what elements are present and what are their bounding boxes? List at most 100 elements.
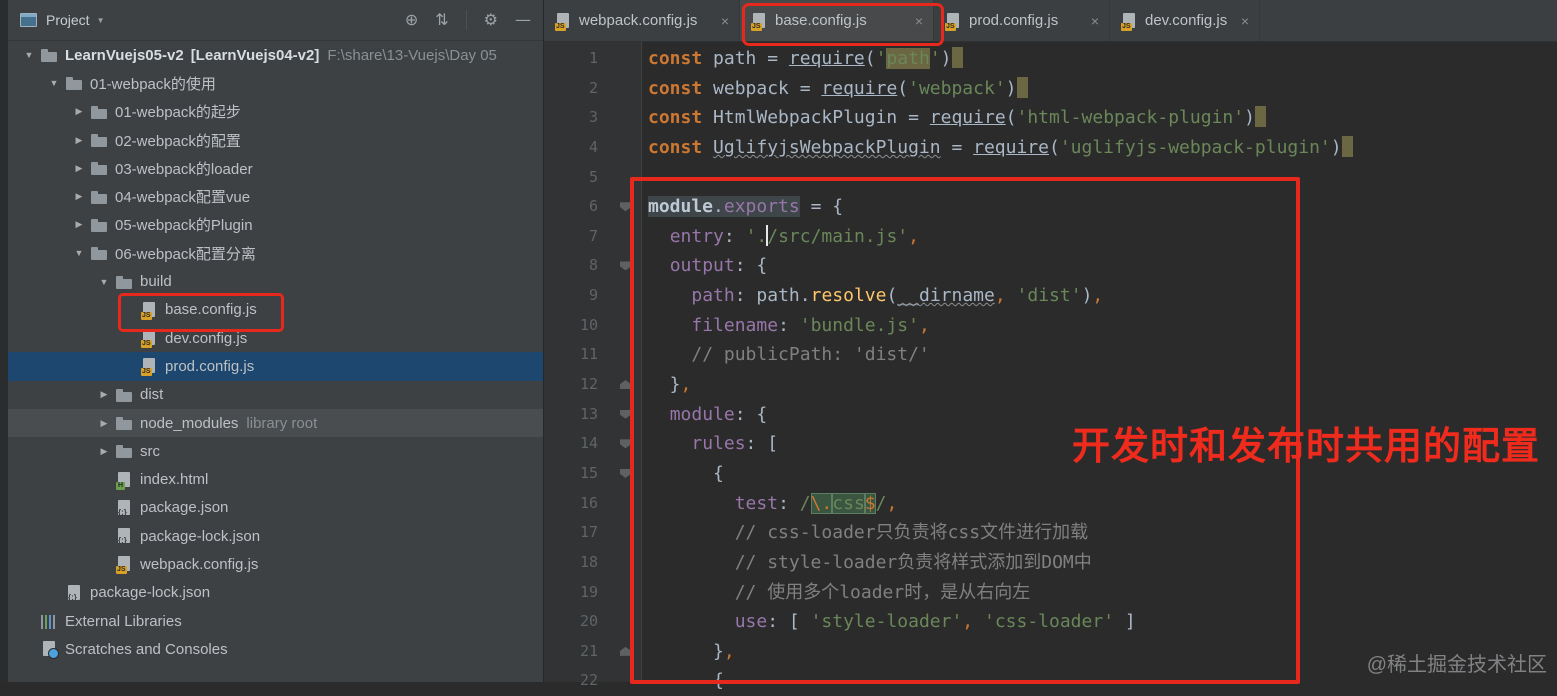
close-icon[interactable]: × <box>721 13 729 29</box>
code-token: = <box>799 77 822 99</box>
code-token: path <box>713 48 768 69</box>
code-token: const <box>648 107 714 129</box>
collapse-all-icon[interactable]: ⇅ <box>435 12 448 28</box>
tree-item-label: 06-webpack配置分离 <box>115 245 256 263</box>
tree-item-package-lock-json-root[interactable]: package-lock.json <box>8 579 543 607</box>
tree-closed-arrow-icon[interactable]: ▶ <box>68 135 90 146</box>
code-line: 9 path: path.resolve(__dirname, 'dist'), <box>544 281 1557 311</box>
tree-item-prod-config-js[interactable]: prod.config.js <box>8 352 543 381</box>
tree-item-label: index.html <box>140 471 209 489</box>
tree-closed-arrow-icon[interactable]: ▶ <box>68 191 90 202</box>
chevron-down-icon[interactable]: ▼ <box>97 16 105 25</box>
code-token: = <box>940 136 974 158</box>
line-number: 9 <box>588 286 598 305</box>
close-icon[interactable]: × <box>1241 13 1249 29</box>
tree-open-arrow-icon[interactable]: ▼ <box>68 248 90 258</box>
fold-marker-icon[interactable] <box>620 380 631 390</box>
tab-dev-config-js[interactable]: dev.config.js × <box>1110 0 1260 41</box>
tree-open-arrow-icon[interactable]: ▼ <box>43 78 65 88</box>
folder-icon <box>91 189 108 205</box>
code-token: entry <box>669 225 724 247</box>
tab-prod-config-js[interactable]: prod.config.js × <box>934 0 1110 41</box>
tree-closed-arrow-icon[interactable]: ▶ <box>68 106 90 117</box>
code-token: 'uglifyjs-webpack-plugin' <box>1059 136 1331 158</box>
code-editor[interactable]: 1 const path = require('path') 2 const webp… <box>544 42 1557 691</box>
code-token: ) <box>940 48 952 69</box>
folder-icon <box>116 443 133 459</box>
code-token: webpack <box>713 77 800 99</box>
tree-item-folder-01-usage[interactable]: ▼ 01-webpack的使用 <box>8 69 543 97</box>
fold-marker-icon[interactable] <box>620 439 631 449</box>
folder-icon <box>91 104 108 120</box>
tree-item-label: prod.config.js <box>165 357 255 375</box>
fold-marker-icon[interactable] <box>620 261 631 271</box>
tree-item-index-html[interactable]: index.html <box>8 465 543 493</box>
fold-marker-icon[interactable] <box>620 646 631 656</box>
line-number: 3 <box>588 108 598 127</box>
tree-item-package-lock-json[interactable]: package-lock.json <box>8 522 543 550</box>
locate-icon[interactable]: ⊕ <box>405 12 418 28</box>
tab-label: webpack.config.js <box>579 12 698 29</box>
fold-marker-icon[interactable] <box>620 468 631 478</box>
tree-item-node-modules[interactable]: ▶ node_modules library root <box>8 408 543 438</box>
tab-webpack-config-js[interactable]: webpack.config.js × <box>544 0 740 41</box>
code-token: , <box>886 492 898 514</box>
code-text: { <box>648 666 724 696</box>
hide-panel-icon[interactable]: — <box>515 12 531 28</box>
code-token: ) <box>1081 285 1093 307</box>
tree-closed-arrow-icon[interactable]: ▶ <box>93 446 115 457</box>
code-token <box>1341 135 1353 157</box>
code-line: 19 // 使用多个loader时，是从右向左 <box>544 578 1557 608</box>
tree-closed-arrow-icon[interactable]: ▶ <box>68 163 90 174</box>
code-token: HtmlWebpackPlugin <box>713 107 909 129</box>
tree-item-package-json[interactable]: package.json <box>8 494 543 522</box>
code-token: ' <box>875 48 887 69</box>
code-lines: 1 const path = require('path') 2 const webp… <box>544 44 1557 696</box>
tree-item-label: dev.config.js <box>165 329 248 347</box>
tree-item-label: External Libraries <box>65 612 182 630</box>
jsfile-icon <box>141 330 158 349</box>
code-token: $ <box>864 492 876 514</box>
code-line: 7 entry: './src/main.js', <box>544 222 1557 252</box>
tree-item-webpack-config-js[interactable]: webpack.config.js <box>8 550 543 578</box>
tree-item-src[interactable]: ▶ src <box>8 437 543 465</box>
code-token: output <box>669 255 735 277</box>
code-line: 2 const webpack = require('webpack') <box>544 74 1557 104</box>
close-icon[interactable]: × <box>915 13 923 29</box>
tree-item-folder-04-vue[interactable]: ▶ 04-webpack配置vue <box>8 182 543 210</box>
fold-marker-icon[interactable] <box>620 202 631 212</box>
code-token: \. <box>810 492 833 514</box>
code-token: ( <box>1048 136 1060 158</box>
tab-base-config-js[interactable]: base.config.js × <box>740 0 934 41</box>
tree-item-root[interactable]: ▼ LearnVuejs05-v2 [LearnVuejs04-v2] F:\shar… <box>8 41 543 69</box>
settings-gear-icon[interactable]: ⚙ <box>484 12 498 28</box>
tree-open-arrow-icon[interactable]: ▼ <box>18 50 40 60</box>
code-token: , <box>918 314 930 336</box>
tree-closed-arrow-icon[interactable]: ▶ <box>68 219 90 230</box>
close-icon[interactable]: × <box>1091 13 1099 29</box>
tree-item-scratches-and-consoles[interactable]: Scratches and Consoles <box>8 635 543 663</box>
code-line: 12 }, <box>544 370 1557 400</box>
tree-item-base-config-js[interactable]: base.config.js <box>8 296 543 324</box>
tree-item-folder-06-split[interactable]: ▼ 06-webpack配置分离 <box>8 239 543 267</box>
tree-item-build[interactable]: ▼ build <box>8 267 543 295</box>
code-text: // css-loader只负责将css文件进行加载 <box>648 518 1088 548</box>
code-token: { <box>648 462 724 484</box>
tree-item-dev-config-js[interactable]: dev.config.js <box>8 324 543 352</box>
tree-item-external-libraries[interactable]: External Libraries <box>8 607 543 635</box>
tree-item-folder-02-config[interactable]: ▶ 02-webpack的配置 <box>8 126 543 154</box>
fold-marker-icon[interactable] <box>620 409 631 419</box>
tree-item-folder-01-start[interactable]: ▶ 01-webpack的起步 <box>8 98 543 126</box>
code-text: module: { <box>648 400 768 430</box>
tree-item-folder-03-loader[interactable]: ▶ 03-webpack的loader <box>8 154 543 182</box>
tree-closed-arrow-icon[interactable]: ▶ <box>93 418 115 429</box>
watermark: @稀土掘金技术社区 <box>1366 654 1547 676</box>
tree-open-arrow-icon[interactable]: ▼ <box>93 277 115 287</box>
code-text: const HtmlWebpackPlugin = require('html-… <box>648 103 1266 133</box>
folder-icon <box>66 75 83 91</box>
tree-closed-arrow-icon[interactable]: ▶ <box>93 389 115 400</box>
tree-item-folder-05-plugin[interactable]: ▶ 05-webpack的Plugin <box>8 211 543 239</box>
tree-item-dist[interactable]: ▶ dist <box>8 381 543 409</box>
